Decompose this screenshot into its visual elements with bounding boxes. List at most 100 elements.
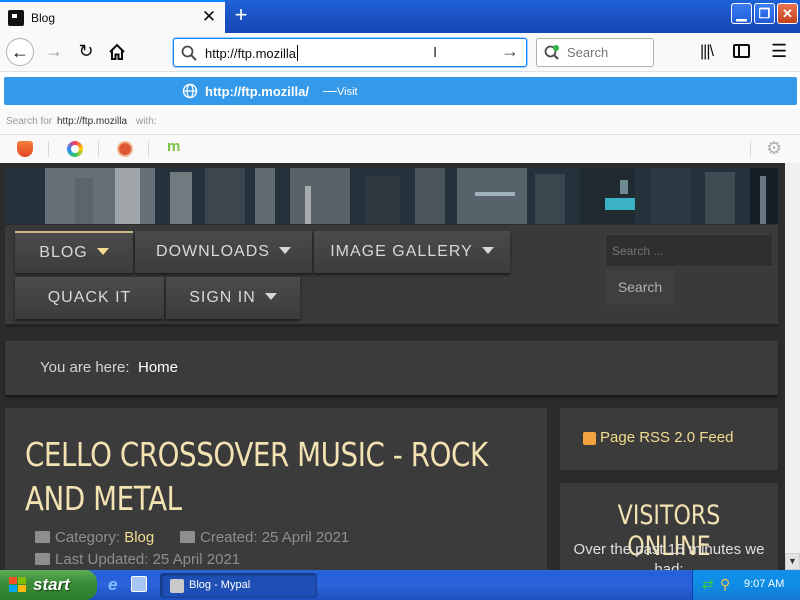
text-caret [297,45,298,61]
rss-module: Page RSS 2.0 Feed [560,408,778,470]
city-skyline-image [5,168,778,224]
search-for-label: Search for [6,116,53,127]
menu-item-image-gallery[interactable]: IMAGE GALLERY [314,231,510,273]
network-icon[interactable]: ⇄ [702,577,716,591]
caret-down-icon [264,292,277,300]
mypal-browser-icon [170,579,184,593]
taskbar-button-blog-mypal[interactable]: Blog - Mypal [160,573,317,598]
one-off-search-engines: m ⚙ [0,135,800,164]
internet-explorer-icon[interactable]: e [108,576,126,594]
home-icon [109,43,125,60]
search-icon [181,45,197,61]
start-label: start [33,575,70,594]
vertical-scrollbar[interactable]: ▼ [785,163,800,570]
windows-logo-icon [9,577,26,592]
navigation-toolbar: ← → ↻ I → |||\ ☰ [0,33,800,72]
visitors-online-module: VISITORS ONLINE Over the past 15 minutes… [560,483,778,570]
menu-item-downloads[interactable]: DOWNLOADS [135,231,312,273]
maximize-button[interactable]: ❐ [754,3,775,24]
menu-item-sign-in[interactable]: SIGN IN [166,277,300,319]
site-navigation: BLOG DOWNLOADS IMAGE GALLERY QUACK IT SI… [5,225,778,327]
updated-text: Last Updated: 25 April 2021 [55,551,241,568]
category-link[interactable]: Blog [124,529,154,546]
calendar-icon [180,531,195,543]
menu-item-quack-it[interactable]: QUACK IT [15,277,164,319]
menu-item-image-gallery-label: IMAGE GALLERY [330,243,473,260]
windows-taskbar: start e Blog - Mypal ⇄ ⚲ 9:07 AM [0,570,800,600]
divider [48,141,49,157]
menu-item-blog-label: BLOG [39,244,88,261]
system-tray: ⇄ ⚲ 9:07 AM [692,570,800,600]
visitors-text: Over the past 15 minutes we had: [573,541,765,570]
divider [750,141,751,157]
url-input[interactable] [205,45,485,61]
scroll-down-arrow-icon[interactable]: ▼ [785,553,800,570]
site-search-input[interactable] [605,234,773,267]
start-button[interactable]: start [0,570,97,600]
show-desktop-icon[interactable] [131,576,147,592]
category-label: Category: [55,529,121,546]
ibeam-cursor-icon: I [433,44,438,61]
web-page: BLOG DOWNLOADS IMAGE GALLERY QUACK IT SI… [0,163,785,570]
globe-icon [182,83,198,99]
search-for-with-label: with: [136,116,157,127]
qwant-search-icon[interactable] [67,141,83,157]
site-favicon-icon [8,10,24,26]
article-title[interactable]: CELLO CROSSOVER MUSIC - ROCK AND METAL [25,433,529,521]
home-button[interactable] [103,38,131,66]
suggestion-action-label: Visit [337,86,358,98]
suggestion-visit-row[interactable]: http://ftp.mozilla/ — Visit [4,77,797,105]
taskbar-button-label: Blog - Mypal [189,579,251,591]
search-for-row: Search for http://ftp.mozilla with: [0,109,800,135]
back-button[interactable]: ← [6,38,34,66]
reload-button[interactable]: ↻ [72,38,100,66]
title-bar: Blog ✕ + ▁ ❐ ✕ [0,0,800,33]
duckduckgo-search-icon[interactable] [117,141,133,157]
library-icon[interactable]: |||\ [700,43,714,61]
minimize-button[interactable]: ▁ [731,3,752,24]
search-engine-icon[interactable] [544,45,562,61]
caret-down-icon [96,247,109,255]
tab-title: Blog [31,11,56,25]
article-created-date: Created: 25 April 2021 [180,529,349,546]
url-suggestion-popup: http://ftp.mozilla/ — Visit Search for h… [0,72,800,164]
tray-search-icon[interactable]: ⚲ [720,577,734,591]
url-bar[interactable]: I → [173,38,527,67]
clock[interactable]: 9:07 AM [744,578,784,590]
go-arrow-icon[interactable]: → [501,41,519,62]
created-text: Created: 25 April 2021 [200,529,350,546]
article: CELLO CROSSOVER MUSIC - ROCK AND METAL C… [5,408,547,570]
menu-item-blog[interactable]: BLOG [15,231,133,273]
calendar-icon [35,553,50,565]
rss-feed-link[interactable]: Page RSS 2.0 Feed [600,429,733,446]
forward-button[interactable]: → [40,38,68,66]
menu-item-downloads-label: DOWNLOADS [156,243,270,260]
gear-icon[interactable]: ⚙ [766,138,782,159]
article-category: Category: Blog [35,529,154,546]
folder-icon [35,531,50,543]
new-tab-button[interactable]: + [229,4,253,27]
tab-blog[interactable]: Blog ✕ [0,0,225,33]
suggestion-separator: — [323,82,337,98]
caret-down-icon [481,246,494,254]
hamburger-menu-icon[interactable]: ☰ [771,41,787,62]
search-bar[interactable] [536,38,654,67]
sidebar-toggle-icon[interactable] [733,44,750,58]
brave-search-icon[interactable] [17,141,33,157]
menu-item-sign-in-label: SIGN IN [189,289,256,306]
search-input[interactable] [567,45,647,60]
mojeek-search-icon[interactable]: m [167,138,180,155]
close-window-button[interactable]: ✕ [777,3,798,24]
site-search-button[interactable]: Search [605,269,675,305]
breadcrumb: You are here: Home [5,341,778,395]
divider [148,141,149,157]
tab-close-icon[interactable]: ✕ [200,8,218,26]
suggestion-url: http://ftp.mozilla/ [205,84,309,99]
breadcrumb-label: You are here: [40,359,130,376]
site-banner-image [5,168,778,224]
caret-down-icon [278,246,291,254]
article-updated-date: Last Updated: 25 April 2021 [35,551,240,568]
search-for-query: http://ftp.mozilla [57,116,128,127]
menu-item-quack-it-label: QUACK IT [47,289,132,306]
divider [98,141,99,157]
